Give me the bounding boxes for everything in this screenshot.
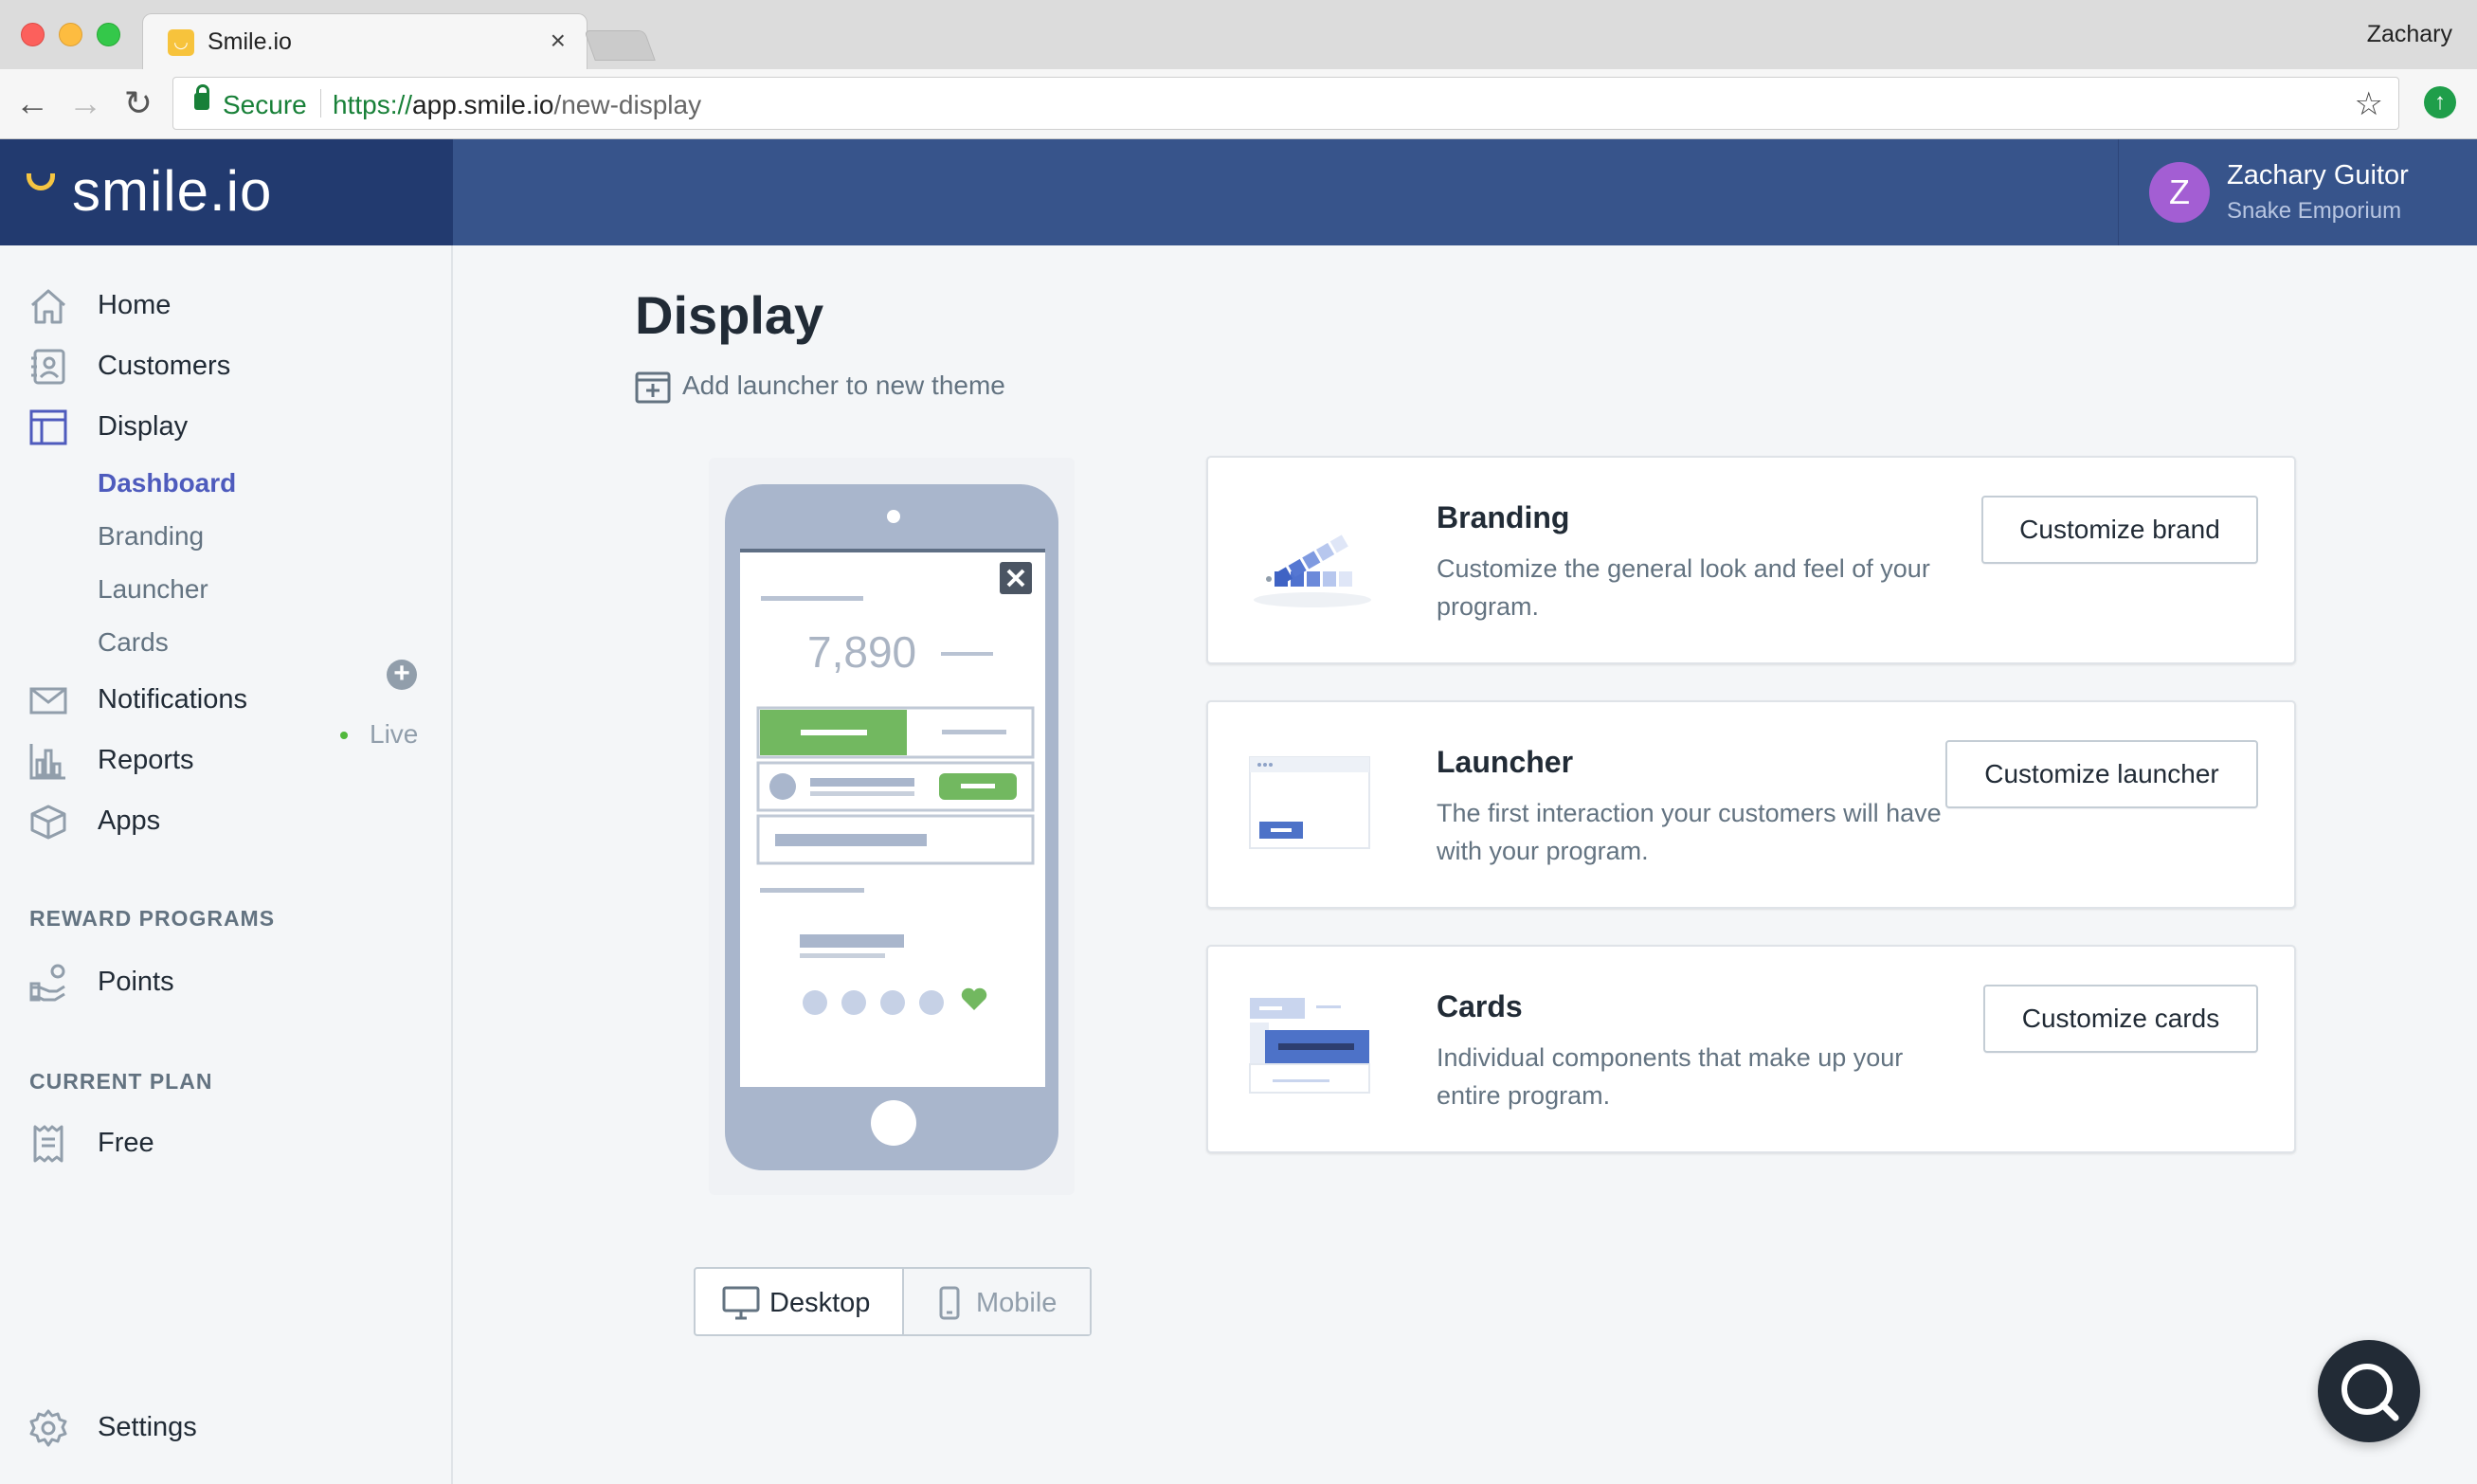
color-swatch-icon [1246, 534, 1379, 609]
lock-icon [194, 84, 209, 110]
bookmark-star-icon[interactable]: ☆ [2355, 85, 2383, 123]
card-title: Branding [1437, 500, 1570, 534]
smile-favicon-icon: ◡ [168, 29, 194, 56]
desktop-toggle-label: Desktop [769, 1288, 871, 1318]
help-search-button[interactable] [2318, 1340, 2420, 1442]
launcher-card: Launcher The first interaction your cust… [1206, 700, 2296, 909]
sidebar-item-label: Settings [98, 1412, 197, 1442]
reward-programs-heading: REWARD PROGRAMS [29, 906, 276, 931]
card-title: Launcher [1437, 745, 1574, 779]
extension-update-icon[interactable]: ↑ [2424, 86, 2456, 118]
user-name: Zachary Guitor [2227, 160, 2409, 190]
reload-icon[interactable]: ↻ [118, 82, 159, 124]
card-description: Customize the general look and feel of y… [1437, 554, 1930, 621]
sidebar-subitem-branding[interactable]: Branding [98, 521, 204, 552]
address-bar[interactable]: Secure https://app.smile.io/new-display … [172, 77, 2399, 130]
sidebar-item-label: Apps [98, 805, 161, 836]
add-program-icon[interactable]: + [387, 660, 417, 690]
add-launcher-label: Add launcher to new theme [682, 371, 1005, 400]
mobile-toggle-button[interactable]: Mobile [904, 1269, 1090, 1334]
secure-label: Secure [223, 90, 307, 119]
sidebar-item-home[interactable]: Home [0, 281, 453, 330]
customize-cards-button[interactable]: Customize cards [1983, 985, 2258, 1053]
user-menu[interactable]: Z Zachary Guitor Snake Emporium [2118, 139, 2477, 245]
browser-tab[interactable]: ◡ Smile.io × [142, 13, 588, 69]
mobile-preview: 7,890 [709, 458, 1075, 1195]
brand-logo[interactable]: smile.io [0, 139, 453, 245]
sidebar-item-customers[interactable]: Customers [0, 341, 453, 390]
browser-tab-bar: ◡ Smile.io × Zachary [0, 0, 2477, 69]
home-icon [31, 289, 65, 324]
apps-box-icon [30, 805, 66, 840]
page-title: Display [635, 285, 824, 345]
brand-name: smile.io [72, 159, 273, 223]
gear-icon [29, 1409, 67, 1447]
add-theme-icon [635, 371, 671, 404]
sidebar-item-label: Customers [98, 351, 231, 381]
cards-stack-icon [1249, 998, 1370, 1094]
maximize-window-button[interactable] [97, 23, 120, 46]
customers-icon [31, 349, 65, 385]
current-plan-heading: CURRENT PLAN [29, 1069, 213, 1094]
browser-profile-name[interactable]: Zachary [2367, 21, 2452, 48]
app-header: smile.io Z Zachary Guitor Snake Emporium [0, 139, 2477, 245]
phone-mockup-illustration [725, 484, 1058, 1170]
live-status-label: Live [370, 719, 419, 749]
close-window-button[interactable] [21, 23, 45, 46]
sidebar-item-display[interactable]: Display [0, 402, 453, 451]
card-description: The first interaction your customers wil… [1437, 799, 1942, 865]
envelope-icon [29, 687, 67, 715]
branding-card: Branding Customize the general look and … [1206, 456, 2296, 664]
card-title: Cards [1437, 989, 1523, 1023]
points-hand-icon [29, 964, 65, 1002]
display-layout-icon [29, 409, 67, 445]
launcher-window-icon [1249, 756, 1370, 849]
sidebar-item-label: Notifications [98, 684, 247, 715]
card-description: Individual components that make up your … [1437, 1043, 1904, 1110]
tab-title: Smile.io [208, 28, 292, 55]
desktop-monitor-icon [722, 1286, 760, 1320]
sidebar-item-plan[interactable]: Free [0, 1118, 453, 1167]
mobile-toggle-label: Mobile [976, 1288, 1058, 1318]
back-arrow-icon[interactable]: ← [11, 82, 53, 124]
sidebar-item-points[interactable]: Points [0, 957, 453, 1006]
search-icon [2341, 1364, 2399, 1421]
smile-logo-icon [27, 173, 55, 190]
forward-arrow-icon[interactable]: → [64, 82, 106, 124]
sidebar-item-label: Points [98, 967, 174, 997]
cards-card: Cards Individual components that make up… [1206, 945, 2296, 1153]
sidebar-item-apps[interactable]: Apps [0, 796, 453, 845]
sidebar-subitem-cards[interactable]: Cards [98, 627, 169, 658]
mobile-phone-icon [939, 1286, 960, 1320]
customize-brand-button[interactable]: Customize brand [1981, 496, 2258, 564]
desktop-toggle-button[interactable]: Desktop [696, 1269, 904, 1334]
sidebar-item-label: Display [98, 411, 189, 442]
new-tab-button[interactable] [584, 30, 656, 61]
sidebar-subitem-dashboard[interactable]: Dashboard [98, 468, 236, 498]
shop-name: Snake Emporium [2227, 198, 2402, 224]
live-status-dot [340, 732, 348, 739]
sidebar-item-notifications[interactable]: Notifications [0, 675, 453, 724]
bar-chart-icon [29, 744, 65, 780]
sidebar-item-label: Reports [98, 745, 194, 775]
sidebar-item-settings[interactable]: Settings [0, 1403, 453, 1452]
preview-points-balance: 7,890 [807, 627, 917, 677]
receipt-icon [33, 1125, 63, 1163]
sidebar-item-label: Home [98, 290, 172, 320]
close-tab-icon[interactable]: × [551, 26, 566, 56]
preview-device-toggle: Desktop Mobile [694, 1267, 1092, 1336]
sidebar-item-label: Free [98, 1128, 154, 1158]
avatar: Z [2149, 162, 2210, 223]
url-separator [320, 89, 321, 118]
url-text: https://app.smile.io/new-display [333, 90, 702, 119]
sidebar-subitem-launcher[interactable]: Launcher [98, 574, 208, 605]
customize-launcher-button[interactable]: Customize launcher [1945, 740, 2258, 808]
browser-toolbar: ← → ↻ Secure https://app.smile.io/new-di… [0, 69, 2477, 139]
minimize-window-button[interactable] [59, 23, 82, 46]
